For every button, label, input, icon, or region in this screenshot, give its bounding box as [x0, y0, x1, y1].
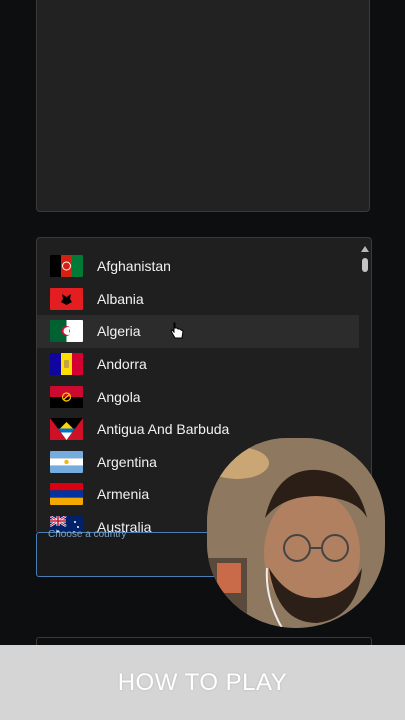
country-option-albania[interactable]: Albania	[37, 283, 359, 316]
albania-flag-icon	[50, 287, 83, 310]
how-to-play-button[interactable]: HOW TO PLAY	[0, 645, 405, 720]
afghanistan-flag-icon	[50, 255, 83, 278]
country-name: Andorra	[97, 356, 147, 373]
scroll-thumb[interactable]	[361, 258, 368, 272]
country-name: Afghanistan	[97, 258, 171, 275]
angola-flag-icon	[50, 385, 83, 408]
country-name: Armenia	[97, 486, 150, 503]
country-option-algeria[interactable]: Algeria	[37, 315, 359, 348]
armenia-flag-icon	[50, 483, 83, 506]
hand-cursor-icon	[170, 322, 184, 339]
top-panel	[36, 0, 370, 212]
andorra-flag-icon	[50, 353, 83, 376]
argentina-flag-icon	[50, 450, 83, 473]
country-name: Albania	[97, 290, 144, 307]
country-option-andorra[interactable]: Andorra	[37, 348, 359, 381]
antigua-and-barbuda-flag-icon	[50, 418, 83, 441]
country-name: Argentina	[97, 453, 157, 470]
country-input[interactable]	[37, 533, 215, 576]
country-option-angola[interactable]: Angola	[37, 380, 359, 413]
algeria-flag-icon	[50, 320, 83, 343]
country-option-afghanistan[interactable]: Afghanistan	[37, 250, 359, 283]
country-name: Antigua And Barbuda	[97, 421, 230, 438]
country-name: Algeria	[97, 323, 141, 340]
webcam-overlay	[207, 438, 385, 628]
choose-country-field[interactable]: Choose a country	[36, 529, 216, 577]
country-name: Angola	[97, 388, 141, 405]
scroll-up-arrow-icon[interactable]	[360, 246, 369, 252]
